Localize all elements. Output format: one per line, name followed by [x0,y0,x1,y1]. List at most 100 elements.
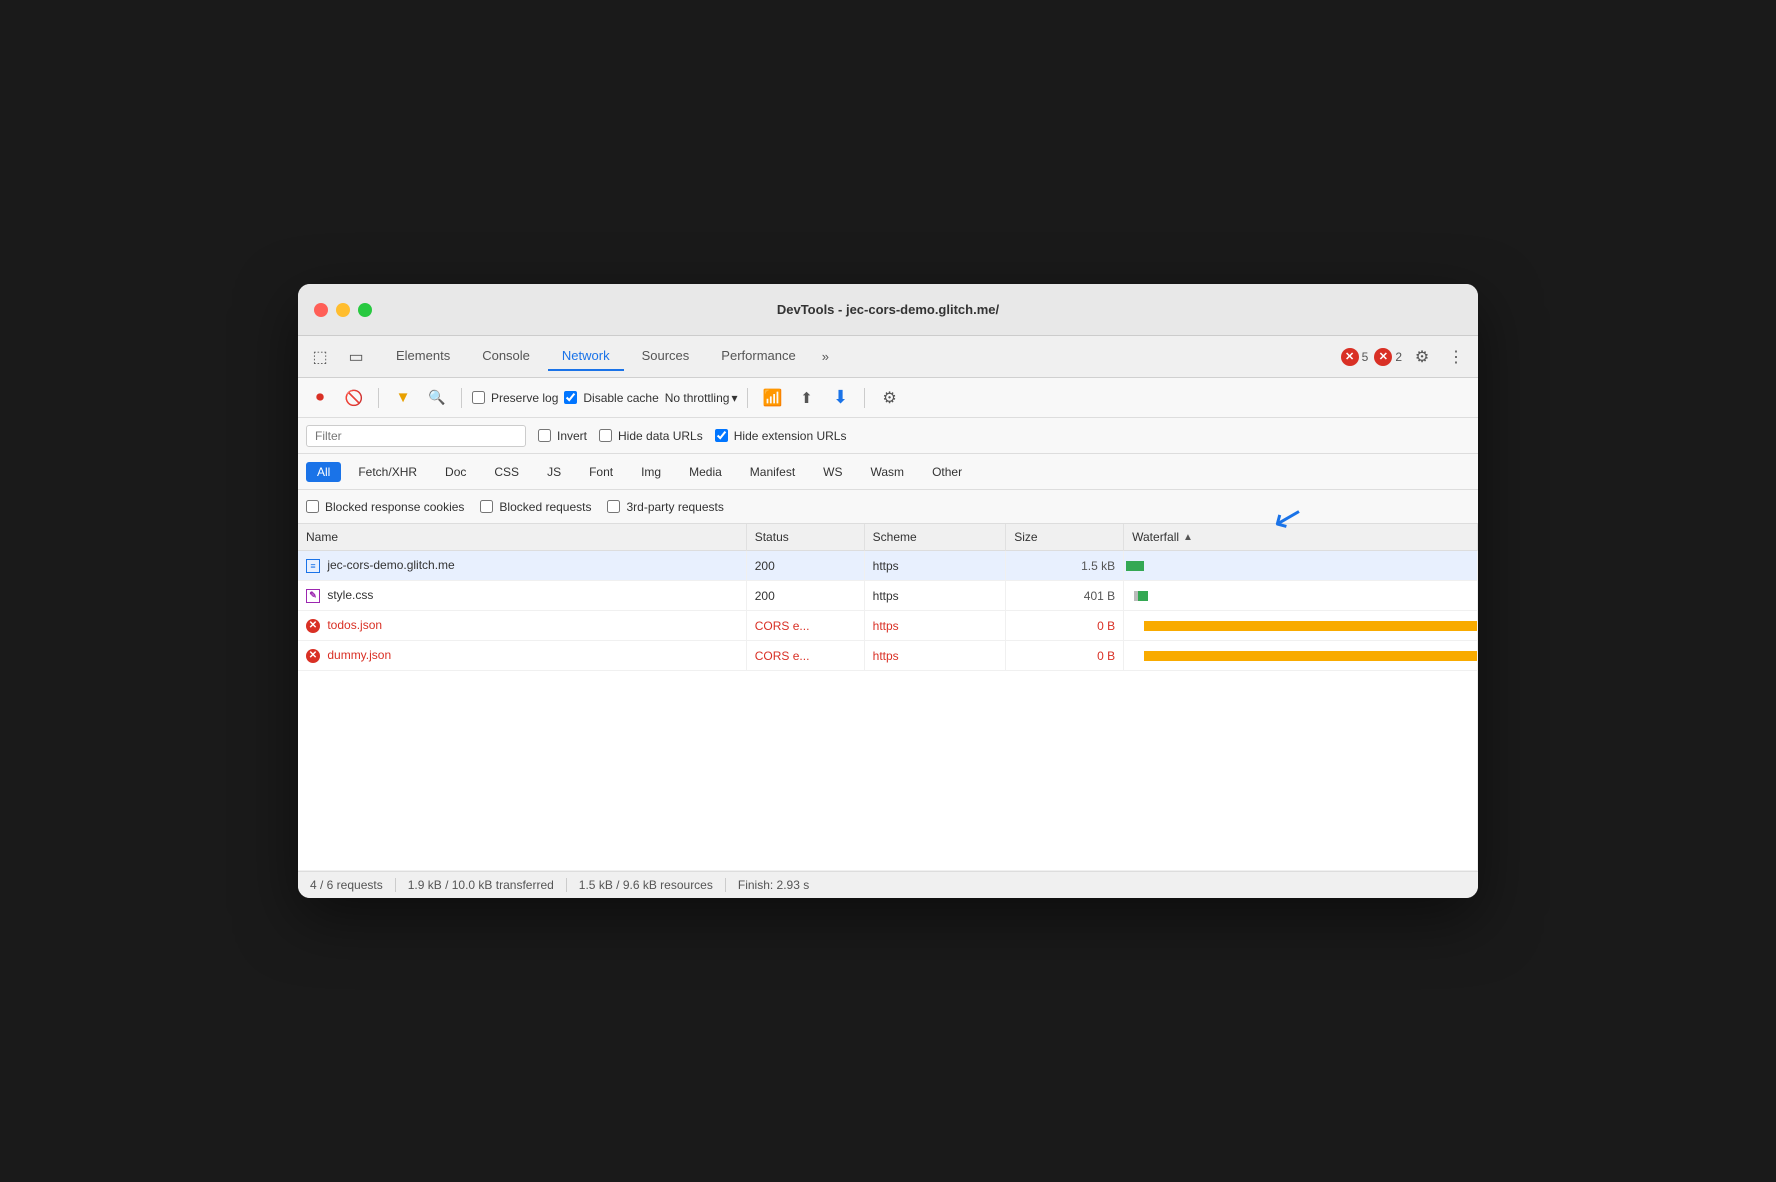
preserve-log-checkbox[interactable] [472,391,485,404]
toolbar-separator-4 [864,388,865,408]
clear-button[interactable]: 🚫 [340,384,368,412]
error-icon-1: ✕ [1341,348,1359,366]
resources-size: 1.5 kB / 9.6 kB resources [567,878,726,892]
column-scheme[interactable]: Scheme [864,524,1006,551]
row-name-cell: ✎ style.css [298,581,746,611]
wifi-settings-button[interactable]: 📶 [758,384,786,412]
table-header-row: Name Status Scheme Size [298,524,1478,551]
tab-console[interactable]: Console [468,342,544,371]
column-size[interactable]: Size [1006,524,1124,551]
tab-elements[interactable]: Elements [382,342,464,371]
invert-checkbox[interactable] [538,429,551,442]
tab-sources[interactable]: Sources [628,342,704,371]
row-size-cell: 401 B [1006,581,1124,611]
row-size-cell: 0 B [1006,611,1124,641]
search-icon: 🔍 [428,389,445,406]
cursor-icon[interactable]: ⬚ [306,343,334,371]
row-size-cell: 1.5 kB [1006,551,1124,581]
row-waterfall-cell [1124,641,1478,671]
hide-extension-urls-label[interactable]: Hide extension URLs [715,429,847,443]
filter-button[interactable]: ▼ [389,384,417,412]
column-status[interactable]: Status [746,524,864,551]
error-x-icon: ✕ [306,649,320,663]
type-other-button[interactable]: Other [921,462,973,482]
hide-data-urls-label[interactable]: Hide data URLs [599,429,703,443]
hide-data-urls-checkbox[interactable] [599,429,612,442]
blocked-requests-label[interactable]: Blocked requests [480,500,591,514]
table-row[interactable]: ✕ dummy.json CORS e... https 0 B [298,641,1478,671]
row-waterfall-cell [1124,581,1478,611]
search-button[interactable]: 🔍 [423,384,451,412]
more-options-button[interactable]: ⋮ [1442,343,1470,371]
row-scheme-cell: https [864,611,1006,641]
type-doc-button[interactable]: Doc [434,462,477,482]
row-status-cell: 200 [746,551,864,581]
invert-label[interactable]: Invert [538,429,587,443]
hide-extension-urls-checkbox[interactable] [715,429,728,442]
upload-button[interactable]: ⬆ [792,384,820,412]
close-button[interactable] [314,303,328,317]
type-media-button[interactable]: Media [678,462,733,482]
table-row[interactable]: ≡ jec-cors-demo.glitch.me 200 https 1.5 … [298,551,1478,581]
type-wasm-button[interactable]: Wasm [860,462,916,482]
disable-cache-checkbox[interactable] [564,391,577,404]
type-ws-button[interactable]: WS [812,462,853,482]
settings-button[interactable]: ⚙ [1408,343,1436,371]
blocked-cookies-checkbox[interactable] [306,500,319,513]
throttle-text: No throttling [665,391,730,405]
row-scheme-cell: https [864,581,1006,611]
device-icon[interactable]: ▭ [342,343,370,371]
hide-data-urls-text: Hide data URLs [618,429,703,443]
type-all-button[interactable]: All [306,462,341,482]
third-party-checkbox[interactable] [607,500,620,513]
minimize-button[interactable] [336,303,350,317]
type-manifest-button[interactable]: Manifest [739,462,806,482]
hide-extension-urls-text: Hide extension URLs [734,429,847,443]
blocked-requests-checkbox[interactable] [480,500,493,513]
title-bar: DevTools - jec-cors-demo.glitch.me/ [298,284,1478,336]
type-css-button[interactable]: CSS [483,462,530,482]
waterfall-bar [1126,561,1144,571]
filter-input[interactable] [306,425,526,447]
row-scheme-cell: https [864,641,1006,671]
throttle-select[interactable]: No throttling ▾ [665,391,738,405]
download-button[interactable]: ⬇ [826,384,854,412]
error-icon-2: ✕ [1374,348,1392,366]
window-title: DevTools - jec-cors-demo.glitch.me/ [777,302,999,317]
row-scheme-cell: https [864,551,1006,581]
type-font-button[interactable]: Font [578,462,624,482]
error-x-icon: ✕ [306,619,320,633]
type-img-button[interactable]: Img [630,462,672,482]
blocked-cookies-label[interactable]: Blocked response cookies [306,500,464,514]
row-name-cell: ✕ dummy.json [298,641,746,671]
record-button[interactable]: ⏺ [306,384,334,412]
invert-text: Invert [557,429,587,443]
blocked-requests-text: Blocked requests [499,500,591,514]
tab-network[interactable]: Network [548,342,624,371]
maximize-button[interactable] [358,303,372,317]
type-fetch-xhr-button[interactable]: Fetch/XHR [347,462,428,482]
sort-arrow-icon: ▲ [1183,532,1193,543]
third-party-label[interactable]: 3rd-party requests [607,500,723,514]
preserve-log-text: Preserve log [491,391,558,405]
waterfall-bar-yellow-2 [1144,651,1477,661]
tab-performance[interactable]: Performance [707,342,809,371]
network-toolbar: ⏺ 🚫 ▼ 🔍 Preserve log Disable cache No th… [298,378,1478,418]
throttle-arrow-icon: ▾ [731,391,737,405]
more-tabs-button[interactable]: » [814,345,837,368]
disable-cache-label[interactable]: Disable cache [564,391,658,405]
column-waterfall[interactable]: Waterfall ▲ [1124,524,1478,551]
network-settings-button[interactable]: ⚙ [875,384,903,412]
type-filter-bar: All Fetch/XHR Doc CSS JS Font Img Media … [298,454,1478,490]
table-row[interactable]: ✕ todos.json CORS e... https 0 B [298,611,1478,641]
preserve-log-label[interactable]: Preserve log [472,391,558,405]
requests-count: 4 / 6 requests [310,878,396,892]
wifi-icon: 📶 [763,388,783,408]
type-js-button[interactable]: JS [536,462,572,482]
row-status-cell: 200 [746,581,864,611]
table-row[interactable]: ✎ style.css 200 https 401 B [298,581,1478,611]
status-bar: 4 / 6 requests 1.9 kB / 10.0 kB transfer… [298,871,1478,898]
doc-icon: ≡ [306,559,320,573]
waterfall-bar-green [1138,591,1148,601]
column-name[interactable]: Name [298,524,746,551]
